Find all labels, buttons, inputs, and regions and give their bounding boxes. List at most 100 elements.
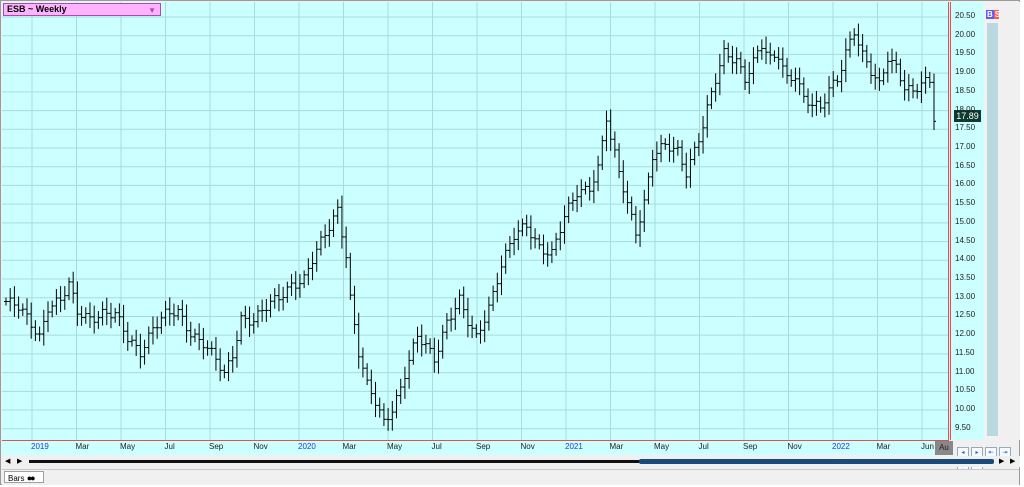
date-cursor-tag: Au (935, 441, 953, 455)
ohlc-bar (129, 335, 134, 347)
ohlc-bar (176, 305, 181, 321)
ohlc-bar (352, 285, 357, 334)
ohlc-bar (180, 299, 185, 326)
ohlc-bar (318, 230, 323, 256)
price-tick-label: 10.50 (955, 385, 976, 395)
ohlc-bar (96, 311, 101, 329)
symbol-selector[interactable]: ESB ~ Weekly ▼ (3, 3, 161, 16)
ohlc-bar (323, 224, 328, 249)
ohlc-bar (801, 77, 806, 103)
ohlc-bar (159, 311, 164, 334)
ohlc-bar (734, 47, 739, 75)
ohlc-bar (705, 95, 710, 138)
ohlc-bar (575, 184, 580, 213)
ohlc-bar (478, 320, 483, 344)
ohlc-bar (50, 300, 55, 318)
date-tick-label: Mar (75, 442, 90, 451)
scroll-right-arrow-icon[interactable]: ▶ (999, 457, 1004, 465)
bars-tab-label: Bars (8, 474, 25, 483)
ohlc-bar (104, 297, 109, 326)
ohlc-bar (528, 215, 533, 250)
date-tick-label: Mar (609, 442, 624, 451)
ohlc-bar (390, 401, 395, 431)
ohlc-bar (37, 326, 42, 342)
price-tick-label: 16.50 (955, 160, 976, 170)
ohlc-bar (738, 51, 743, 74)
date-tick-label: Nov (520, 442, 535, 451)
ohlc-bar (524, 214, 529, 237)
ohlc-bar (633, 206, 638, 244)
ohlc-bar (915, 83, 920, 99)
bars-tab[interactable]: Bars ●● (4, 471, 44, 483)
price-chart (2, 2, 949, 440)
ohlc-bar (776, 47, 781, 70)
ohlc-bar (121, 304, 126, 344)
ohlc-bar (507, 236, 512, 258)
ohlc-bar (285, 281, 290, 303)
ohlc-bar (415, 326, 420, 353)
ohlc-bar (247, 306, 252, 337)
date-tick-label: May (387, 442, 403, 451)
ohlc-bar (835, 75, 840, 87)
ohlc-bar (243, 305, 248, 329)
ohlc-bar (843, 38, 848, 83)
price-tick-label: 13.00 (955, 291, 976, 301)
ohlc-bar (335, 199, 340, 224)
price-tick-label: 10.00 (955, 404, 976, 414)
ohlc-bar (587, 177, 592, 201)
chevron-down-icon[interactable]: ▼ (148, 5, 156, 16)
ohlc-bar (503, 243, 508, 274)
vertical-scroll-thumb[interactable] (987, 23, 998, 436)
price-tick-label: 11.00 (955, 366, 975, 376)
horizontal-scroll-thumb[interactable] (639, 459, 994, 464)
ohlc-bar (860, 33, 865, 63)
ohlc-bar (234, 330, 239, 368)
ohlc-bar (289, 274, 294, 296)
price-tick-label: 12.00 (955, 329, 976, 339)
date-tick-label: Sep (743, 442, 758, 451)
plot-area[interactable] (2, 2, 949, 440)
ohlc-bar (201, 327, 206, 360)
ohlc-bar (423, 334, 428, 354)
ohlc-bar (142, 339, 147, 365)
ohlc-bar (24, 298, 29, 325)
date-tick-label: May (654, 442, 670, 451)
ohlc-bar (722, 40, 727, 75)
ohlc-bar (482, 310, 487, 343)
ohlc-bar (759, 39, 764, 60)
price-tick-label: 17.50 (955, 123, 976, 133)
ohlc-bar (92, 305, 97, 334)
scroll-left-end-icon[interactable]: ▶ (17, 457, 22, 465)
ohlc-bar (75, 281, 80, 326)
ohlc-bar (453, 297, 458, 330)
ohlc-bar (272, 288, 277, 309)
ohlc-bar (419, 324, 424, 357)
ohlc-bar (911, 78, 916, 99)
ohlc-bar (600, 135, 605, 170)
buy-sell-badge[interactable]: BS (986, 9, 1002, 21)
ohlc-bar (33, 320, 38, 341)
ohlc-bar (591, 170, 596, 204)
ohlc-bar (885, 51, 890, 83)
ohlc-bar (407, 350, 412, 389)
ohlc-bar (486, 296, 491, 331)
right-panel (999, 2, 1020, 440)
scroll-left-arrow-icon[interactable]: ◀ (5, 457, 10, 465)
ohlc-bar (768, 42, 773, 65)
ohlc-bar (797, 67, 802, 96)
ohlc-bar (8, 288, 13, 312)
buy-badge[interactable]: B (986, 10, 994, 19)
ohlc-bar (822, 93, 827, 118)
ohlc-bar (344, 226, 349, 269)
ohlc-bar (793, 67, 798, 92)
price-tick-label: 18.00 (955, 104, 976, 114)
scroll-right-end-icon[interactable]: ▶ (1010, 457, 1015, 465)
ohlc-bar (516, 220, 521, 251)
ohlc-bar (709, 87, 714, 110)
ohlc-bar (41, 309, 46, 346)
date-tick-label: 2019 (31, 442, 49, 451)
price-tick-label: 15.50 (955, 198, 976, 208)
date-tick-label: May (120, 442, 136, 451)
ohlc-bar (465, 297, 470, 338)
ohlc-bar (83, 307, 88, 324)
